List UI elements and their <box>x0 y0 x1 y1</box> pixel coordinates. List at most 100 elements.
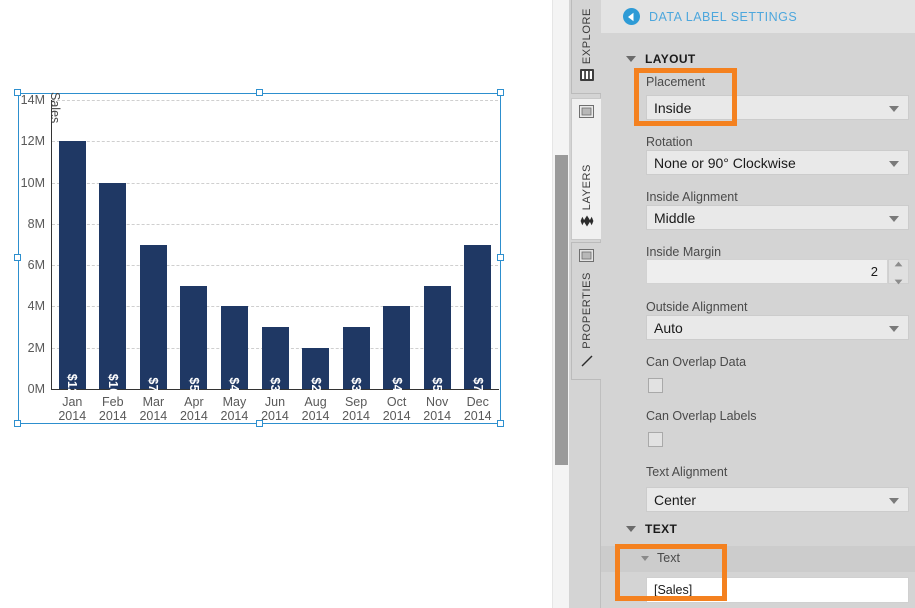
can-overlap-labels-label: Can Overlap Labels <box>646 409 757 423</box>
y-axis-tick-label: 2M <box>27 340 45 355</box>
panel-title: DATA LABEL SETTINGS <box>649 9 798 24</box>
y-axis-tick-label: 6M <box>27 258 45 273</box>
sidebar-item-explore[interactable]: EXPLORE <box>571 0 601 94</box>
canvas-vertical-scrollbar[interactable] <box>552 0 569 608</box>
resize-handle-bottom-right[interactable] <box>497 420 504 427</box>
inside-alignment-value: Middle <box>654 209 696 226</box>
bar[interactable]: $7M <box>464 244 492 403</box>
chevron-down-icon[interactable] <box>889 497 899 504</box>
y-axis-tick-label: 14M <box>20 93 45 107</box>
gridline <box>52 141 498 143</box>
x-tick-month: Dec <box>466 395 489 409</box>
outside-alignment-dropdown[interactable]: Auto <box>646 315 909 340</box>
text-alignment-value: Center <box>654 491 697 508</box>
bar[interactable]: $4M <box>220 306 248 403</box>
sidebar-item-layers-label: LAYERS <box>580 163 593 210</box>
x-tick-year: 2014 <box>382 409 411 423</box>
x-tick-month: Jun <box>264 395 286 409</box>
section-label-layout: LAYOUT <box>645 52 696 66</box>
text-expression-value: [Sales] <box>654 583 693 597</box>
inside-alignment-dropdown[interactable]: Middle <box>646 205 909 230</box>
bar[interactable]: $10M <box>99 182 127 406</box>
can-overlap-data-checkbox[interactable] <box>648 378 663 393</box>
sidebar-item-layers[interactable]: LAYERS <box>571 98 601 240</box>
x-tick-year: 2014 <box>301 409 330 423</box>
y-axis-tick-label: 10M <box>20 175 45 190</box>
bar[interactable]: $3M <box>342 327 370 403</box>
collapse-triangle-icon[interactable] <box>641 556 649 561</box>
chart-selection-frame[interactable]: 0M 2M 4M 6M 8M 10M 12M 14M $12M $10M $7M $5M $4M $3M… <box>14 89 504 427</box>
can-overlap-labels-checkbox[interactable] <box>648 432 663 447</box>
series-title-label: Sales <box>47 92 62 124</box>
panel-window-icon <box>579 105 594 123</box>
sidebar-item-explore-label: EXPLORE <box>580 7 593 64</box>
inside-margin-value: 2 <box>870 264 878 279</box>
stepper-up-icon[interactable] <box>894 254 903 272</box>
bar[interactable]: $5M <box>180 285 208 403</box>
text-expression-input[interactable]: [Sales] <box>646 577 909 603</box>
placement-value: Inside <box>654 99 692 116</box>
panel-window-icon-2 <box>579 249 594 267</box>
panel-tab-rail[interactable]: EXPLORE LAYERS PROPERTIES <box>569 0 601 608</box>
x-tick-year: 2014 <box>139 409 168 423</box>
resize-handle-top-right[interactable] <box>497 89 504 96</box>
chevron-down-icon[interactable] <box>889 325 899 332</box>
sidebar-item-properties[interactable]: PROPERTIES <box>571 242 601 380</box>
gridline <box>52 100 498 101</box>
outside-alignment-value: Auto <box>654 319 683 336</box>
bar[interactable]: $7M <box>139 244 167 403</box>
resize-handle-middle-left[interactable] <box>14 254 21 261</box>
can-overlap-data-label: Can Overlap Data <box>646 355 747 369</box>
panel-header: DATA LABEL SETTINGS <box>601 0 915 33</box>
resize-handle-middle-right[interactable] <box>497 254 504 261</box>
back-arrow-icon[interactable] <box>623 8 640 25</box>
x-axis-tick-label: Mar 2014 <box>133 395 174 423</box>
inside-margin-stepper[interactable] <box>888 259 909 284</box>
rotation-dropdown[interactable]: None or 90° Clockwise <box>646 150 909 175</box>
resize-handle-bottom-left[interactable] <box>14 420 21 427</box>
x-tick-year: 2014 <box>98 409 127 423</box>
rotation-value: None or 90° Clockwise <box>654 154 796 171</box>
canvas-scrollbar-thumb[interactable] <box>555 155 568 465</box>
chevron-down-icon[interactable] <box>889 160 899 167</box>
x-tick-month: Oct <box>386 395 407 409</box>
text-alignment-label: Text Alignment <box>646 465 728 479</box>
chevron-down-icon[interactable] <box>889 215 899 222</box>
x-tick-month: Jan <box>62 395 83 409</box>
collapse-triangle-icon[interactable] <box>626 56 636 62</box>
text-subsection-label: Text <box>657 551 680 565</box>
stepper-down-icon[interactable] <box>894 272 903 290</box>
bar[interactable]: $3M <box>261 327 289 403</box>
section-header-layout[interactable]: LAYOUT <box>601 48 915 70</box>
x-tick-month: Apr <box>184 395 204 409</box>
x-axis-tick-label: Sep 2014 <box>336 395 377 423</box>
x-axis-tick-label: Oct 2014 <box>376 395 417 423</box>
x-axis-tick-label: Apr 2014 <box>174 395 215 423</box>
x-tick-year: 2014 <box>463 409 492 423</box>
x-axis-tick-label: Dec 2014 <box>457 395 498 423</box>
y-axis-tick-label: 12M <box>20 134 45 149</box>
bar[interactable]: $4M <box>383 306 411 403</box>
x-axis-tick-label: Aug 2014 <box>295 395 336 423</box>
chevron-down-icon[interactable] <box>889 105 899 112</box>
resize-handle-top-center[interactable] <box>256 89 263 96</box>
bar[interactable]: $2M <box>302 347 330 403</box>
plot-area[interactable]: $12M $10M $7M $5M $4M $3M $2M $3M $4M $5M $7M Sale… <box>48 92 498 406</box>
placement-dropdown[interactable]: Inside <box>646 95 909 120</box>
y-axis-tick-label: 4M <box>27 299 45 314</box>
x-tick-month: Aug <box>304 395 327 409</box>
text-alignment-dropdown[interactable]: Center <box>646 487 909 512</box>
report-canvas[interactable]: 0M 2M 4M 6M 8M 10M 12M 14M $12M $10M $7M $5M $4M $3M… <box>0 0 552 608</box>
resize-handle-bottom-center[interactable] <box>256 420 263 427</box>
bar[interactable]: $12M <box>58 141 86 406</box>
collapse-triangle-icon[interactable] <box>626 526 636 532</box>
properties-icon <box>580 353 594 372</box>
y-axis-tick-label: 8M <box>27 216 45 231</box>
bar[interactable]: $5M <box>423 285 451 403</box>
section-header-text[interactable]: TEXT <box>601 518 915 540</box>
sidebar-item-properties-label: PROPERTIES <box>580 272 593 349</box>
x-tick-year: 2014 <box>179 409 208 423</box>
inside-margin-input[interactable]: 2 <box>646 259 888 284</box>
x-tick-year: 2014 <box>58 409 87 423</box>
resize-handle-top-left[interactable] <box>14 89 21 96</box>
